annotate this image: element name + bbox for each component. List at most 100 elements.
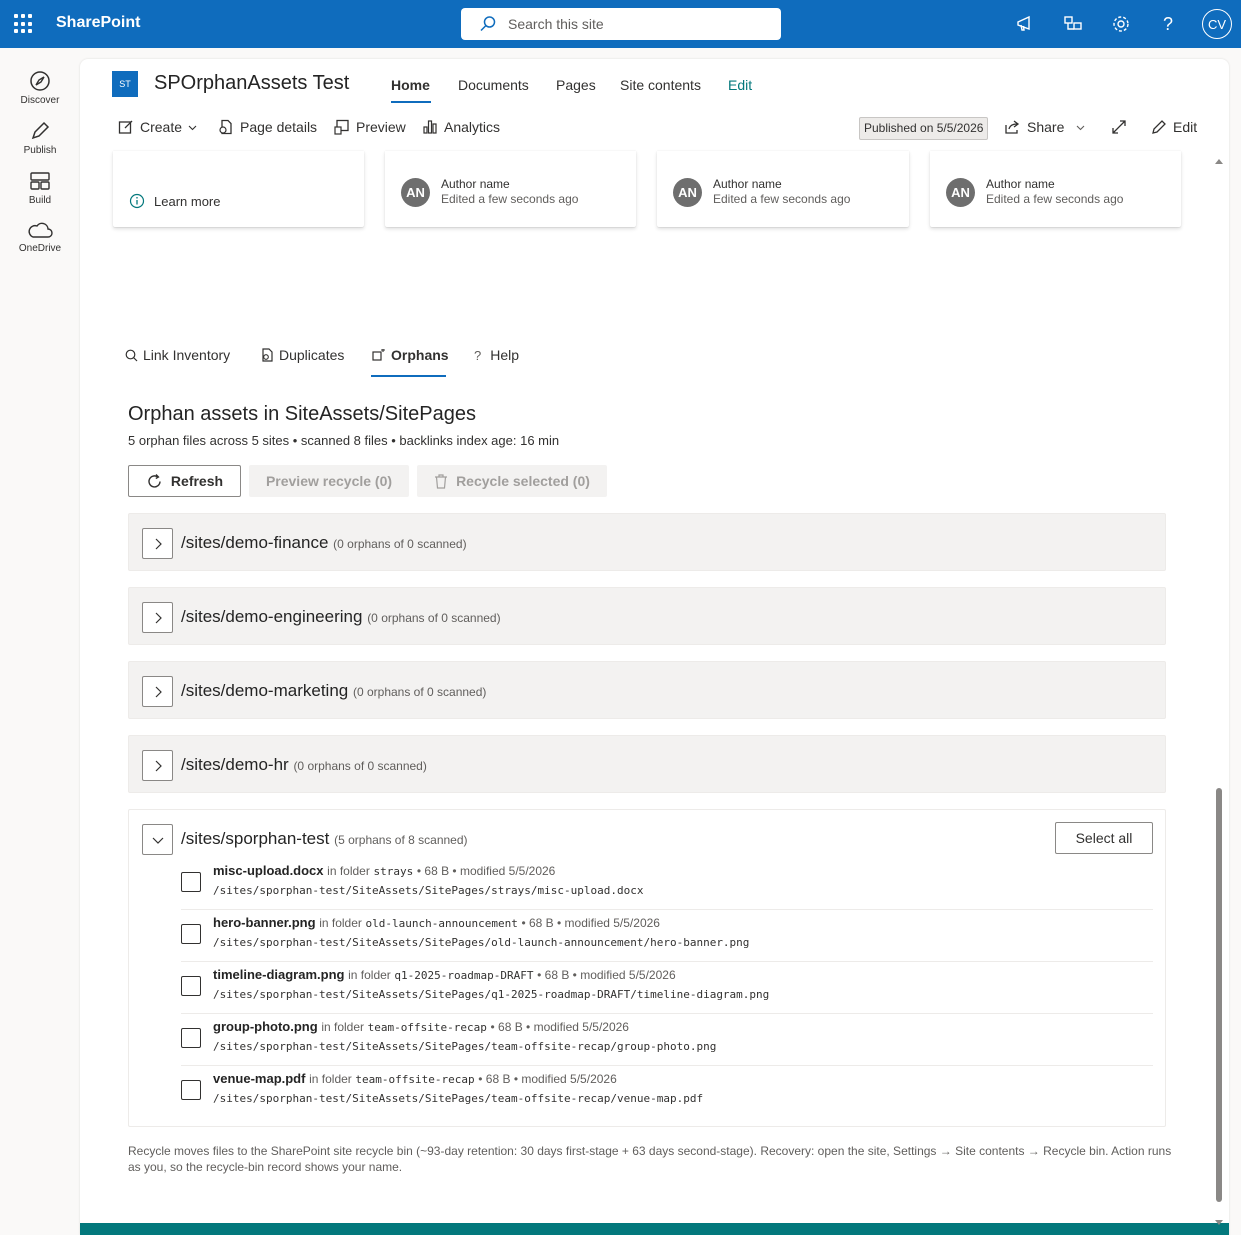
chevron-down-icon (152, 837, 163, 844)
folder-name: strays (373, 865, 414, 878)
folder-name: q1-2025-roadmap-DRAFT (394, 969, 534, 982)
tab-label: Help (490, 347, 520, 363)
site-group-title: /sites/sporphan-test (5 orphans of 8 sca… (181, 829, 468, 849)
brand-name[interactable]: SharePoint (56, 14, 140, 32)
published-badge: Published on 5/5/2026 (859, 117, 989, 140)
cloud-icon (28, 222, 53, 238)
orphan-file-row: hero-banner.png in folder old-launch-ann… (181, 910, 1153, 962)
file-name: hero-banner.png (213, 915, 316, 930)
chevron-down-icon (188, 125, 197, 130)
site-nav-pages[interactable]: Pages (556, 77, 596, 93)
tab-duplicates[interactable]: Duplicates (261, 347, 344, 363)
nav-build[interactable]: Build (0, 170, 80, 206)
file-summary: group-photo.png in folder team-offsite-r… (213, 1019, 629, 1034)
file-checkbox[interactable] (181, 872, 201, 892)
folder-name: team-offsite-recap (367, 1021, 487, 1034)
site-nav-edit[interactable]: Edit (728, 77, 752, 93)
site-group-title: /sites/demo-hr (0 orphans of 0 scanned) (181, 755, 427, 775)
tab-help[interactable]: ? Help (474, 347, 519, 363)
site-title[interactable]: SPOrphanAssets Test (154, 72, 349, 95)
learn-more-card[interactable]: Learn more (113, 151, 364, 227)
author-avatar: AN (673, 178, 702, 207)
nav-publish[interactable]: Publish (0, 120, 80, 156)
chevron-right-icon (155, 538, 162, 549)
in-folder-label: in folder (319, 916, 362, 930)
nav-onedrive[interactable]: OneDrive (0, 220, 80, 254)
refresh-icon (148, 473, 161, 488)
expand-button[interactable] (142, 750, 173, 781)
nav-build-label: Build (28, 195, 52, 206)
chevron-right-icon (155, 686, 162, 697)
expand-button[interactable] (142, 602, 173, 633)
in-folder-label: in folder (327, 864, 370, 878)
megaphone-icon[interactable] (1013, 12, 1037, 36)
edit-page-button[interactable]: Edit (1151, 119, 1197, 135)
file-details: • 68 B • modified 5/5/2026 (478, 1072, 617, 1086)
file-checkbox[interactable] (181, 1028, 201, 1048)
help-icon[interactable]: ? (1156, 12, 1180, 36)
preview-recycle-label: Preview recycle (0) (265, 473, 393, 489)
footer-bar (80, 1223, 1229, 1235)
settings-gear-icon[interactable] (1109, 12, 1133, 36)
file-path: /sites/sporphan-test/SiteAssets/SitePage… (213, 988, 770, 1001)
file-summary: timeline-diagram.png in folder q1-2025-r… (213, 967, 676, 982)
learn-more-link[interactable]: Learn more (129, 193, 220, 209)
tab-orphans[interactable]: Orphans (372, 347, 449, 363)
scroll-down-arrow-icon[interactable] (1213, 1218, 1225, 1228)
site-nav-home[interactable]: Home (391, 77, 430, 93)
orphan-file-row: venue-map.pdf in folder team-offsite-rec… (181, 1066, 1153, 1118)
in-folder-label: in folder (348, 968, 391, 982)
user-avatar[interactable]: CV (1202, 9, 1232, 39)
create-label: Create (140, 119, 183, 135)
preview-button[interactable]: Preview (334, 119, 406, 135)
site-nav-documents[interactable]: Documents (458, 77, 529, 93)
analytics-button[interactable]: Analytics (422, 119, 500, 135)
refresh-button[interactable]: Refresh (128, 465, 241, 497)
in-folder-label: in folder (309, 1072, 352, 1086)
file-summary: misc-upload.docx in folder strays • 68 B… (213, 863, 555, 878)
recycle-selected-button[interactable]: Recycle selected (0) (417, 465, 607, 497)
tab-label: Duplicates (279, 347, 345, 363)
orphan-icon (372, 348, 385, 361)
site-group-demo-finance: /sites/demo-finance (0 orphans of 0 scan… (128, 513, 1166, 571)
edited-time: Edited a few seconds ago (441, 192, 579, 206)
page-details-icon (219, 119, 232, 135)
scrollbar-thumb[interactable] (1216, 788, 1222, 1202)
preview-icon (334, 119, 349, 135)
news-card[interactable]: AN Author name Edited a few seconds ago (930, 151, 1181, 227)
file-checkbox[interactable] (181, 924, 201, 944)
scroll-up-arrow-icon[interactable] (1213, 156, 1225, 166)
expand-button[interactable] (142, 676, 173, 707)
share-icon (1005, 120, 1020, 134)
site-logo[interactable]: ST (112, 71, 138, 97)
collapse-button[interactable] (142, 824, 173, 855)
orphan-file-row: misc-upload.docx in folder strays • 68 B… (181, 858, 1153, 910)
tab-link-inventory[interactable]: Link Inventory (125, 347, 230, 363)
file-path: /sites/sporphan-test/SiteAssets/SitePage… (213, 884, 644, 897)
site-nav-site-contents[interactable]: Site contents (620, 77, 701, 93)
app-launcher-icon[interactable] (14, 14, 34, 34)
nav-discover[interactable]: Discover (0, 70, 80, 106)
file-name: misc-upload.docx (213, 863, 324, 878)
news-card[interactable]: AN Author name Edited a few seconds ago (657, 151, 909, 227)
share-network-icon[interactable] (1061, 12, 1085, 36)
page-scrollbar[interactable] (1212, 152, 1224, 1235)
file-details: • 68 B • modified 5/5/2026 (537, 968, 676, 982)
create-button[interactable]: Create (118, 119, 197, 135)
preview-label: Preview (356, 119, 406, 135)
share-button[interactable]: Share (1004, 119, 1085, 135)
news-card[interactable]: AN Author name Edited a few seconds ago (385, 151, 636, 227)
section-title: Orphan assets in SiteAssets/SitePages (128, 403, 476, 425)
tab-active-indicator (371, 375, 446, 377)
expand-button[interactable] (1111, 119, 1127, 135)
file-checkbox[interactable] (181, 1080, 201, 1100)
preview-recycle-button[interactable]: Preview recycle (0) (249, 465, 409, 497)
expand-button[interactable] (142, 528, 173, 559)
duplicate-icon (262, 348, 273, 362)
select-all-button[interactable]: Select all (1055, 822, 1153, 854)
site-group-title: /sites/demo-marketing (0 orphans of 0 sc… (181, 681, 486, 701)
search-box[interactable]: Search this site (461, 8, 781, 40)
file-summary: venue-map.pdf in folder team-offsite-rec… (213, 1071, 617, 1086)
page-details-button[interactable]: Page details (218, 119, 317, 135)
file-checkbox[interactable] (181, 976, 201, 996)
